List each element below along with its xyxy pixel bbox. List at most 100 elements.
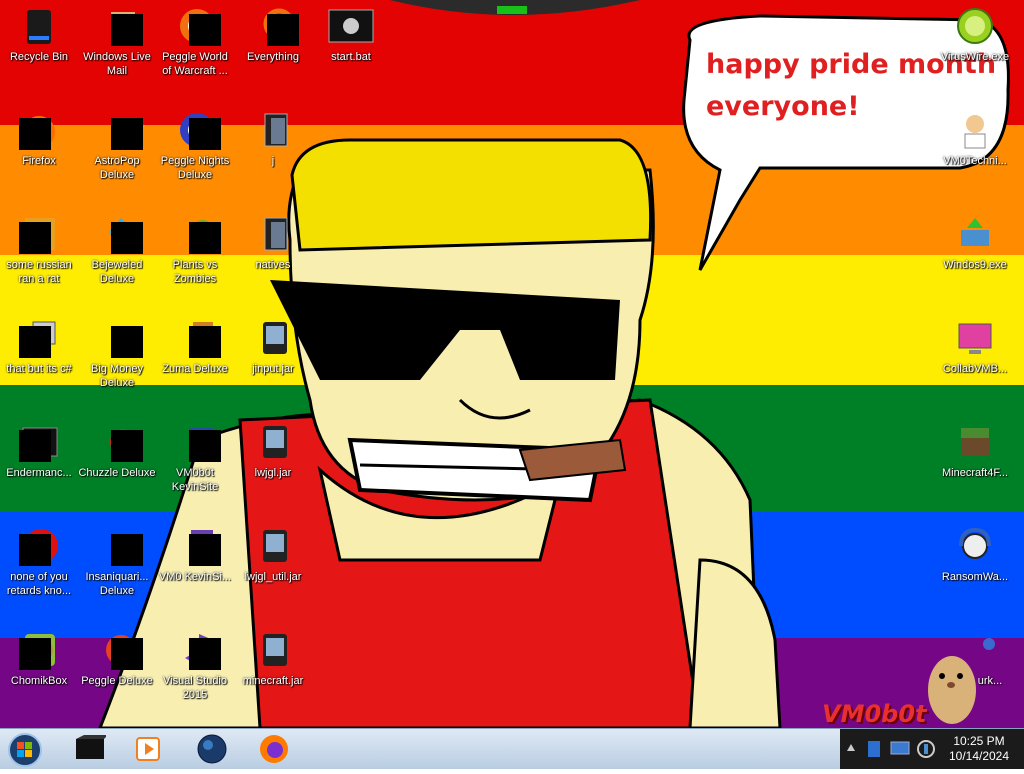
monitor-icon[interactable]	[890, 741, 910, 757]
desktop-icon-jinput-jar[interactable]: jinput.jar	[234, 318, 312, 376]
icon-label: CollabVMB...	[942, 363, 1008, 375]
start-button[interactable]	[4, 731, 46, 769]
taskbar: 10:25 PM 10/14/2024	[0, 728, 1024, 769]
desktop-icon-firefox[interactable]: Firefox	[0, 110, 78, 168]
desktop-icon-peggle-nights-deluxe[interactable]: Peggle Nights Deluxe	[156, 110, 234, 182]
icon-label: lwjgl.jar	[254, 467, 292, 479]
jar-file-icon	[253, 422, 293, 462]
desktop-icon-vm0-kevinsi[interactable]: VM0 KevinSi...	[156, 526, 234, 584]
desktop-icon-urk[interactable]: urk...	[936, 630, 1014, 688]
taskbar-clock[interactable]: 10:25 PM 10/14/2024	[944, 734, 1014, 764]
icon-label: some russian ran a rat	[6, 259, 72, 285]
desktop-icon-viruswire[interactable]: VirusWire.exe	[936, 6, 1014, 64]
everything-search-icon	[253, 6, 299, 46]
icon-label: VirusWire.exe	[940, 51, 1010, 63]
desktop-icon-minecraft4f[interactable]: Minecraft4F...	[936, 422, 1014, 480]
icon-label: minecraft.jar	[242, 675, 304, 687]
desktop-icon-plants-vs-zombies[interactable]: Plants vs Zombies	[156, 214, 234, 286]
red-swirl-icon	[19, 526, 59, 566]
icon-label: Windows Live Mail	[83, 51, 151, 77]
desktop-icon-vm0technician[interactable]: VM0Techni...	[936, 110, 1014, 168]
desktop-icon-some-russian-ran-a-rat[interactable]: e some russian ran a rat	[0, 214, 78, 286]
desktop: happy pride month everyone! VM0b0t Recyc…	[0, 0, 1024, 728]
desktop-icon-j[interactable]: j	[234, 110, 312, 168]
icon-label: VM0 KevinSi...	[158, 571, 232, 583]
icon-label: RansomWa...	[941, 571, 1009, 583]
icon-label: Insaniquari... Deluxe	[85, 571, 149, 597]
icon-label: none of you retards kno...	[6, 571, 72, 597]
desktop-icon-collabvmb[interactable]: CollabVMB...	[936, 318, 1014, 376]
desktop-icon-chuzzle-deluxe[interactable]: Chuzzle Deluxe	[78, 422, 156, 480]
desktop-icon-astropop-deluxe[interactable]: AstroPop Deluxe	[78, 110, 156, 182]
desktop-icon-big-money-deluxe[interactable]: Big Money Deluxe	[78, 318, 156, 390]
desktop-icon-endermanch[interactable]: Endermanc...	[0, 422, 78, 480]
recycle-bin-icon	[19, 6, 59, 46]
desktop-icon-lwjgl-util-jar[interactable]: lwjgl_util.jar	[234, 526, 312, 584]
taskbar-pinned-media-player[interactable]	[122, 731, 174, 767]
globe-icon	[197, 734, 227, 764]
jar-file-icon	[253, 630, 293, 670]
clock-date: 10/14/2024	[948, 749, 1010, 763]
desktop-icon-peggle-deluxe[interactable]: Peggle Deluxe	[78, 630, 156, 688]
taskbar-pinned-firefox[interactable]	[248, 731, 300, 767]
icon-label: lwjgl_util.jar	[244, 571, 302, 583]
icon-label: j	[271, 155, 275, 167]
gem-icon	[97, 214, 143, 254]
media-player-icon	[136, 737, 160, 761]
desktop-icon-visual-studio-2015[interactable]: Visual Studio 2015	[156, 630, 234, 702]
chomikbox-icon	[19, 630, 59, 670]
icon-label: that but its c#	[6, 363, 72, 375]
mail-icon	[97, 6, 143, 46]
terminal-icon	[76, 735, 106, 759]
money-bag-icon	[97, 318, 143, 358]
peggle-wow-icon	[175, 6, 221, 46]
icon-label: Firefox	[22, 155, 56, 167]
desktop-icon-vm0b0t-kevinsite[interactable]: VM0b0t KevinSite	[156, 422, 234, 494]
desktop-icon-that-but-its-csharp[interactable]: that but its c#	[0, 318, 78, 376]
volume-icon[interactable]	[916, 739, 936, 759]
windows-orb-icon	[8, 733, 42, 767]
batch-file-icon	[327, 6, 375, 46]
chuzzle-icon	[97, 422, 143, 462]
desktop-icon-insaniquarium-deluxe[interactable]: Insaniquari... Deluxe	[78, 526, 156, 598]
firefox-icon	[19, 110, 59, 150]
terminal-window-icon	[19, 422, 59, 462]
folder-icon	[253, 214, 293, 254]
desktop-icon-everything[interactable]: Everything	[234, 6, 312, 64]
desktop-icon-zuma-deluxe[interactable]: Zuma Deluxe	[156, 318, 234, 376]
app-icon	[955, 630, 995, 670]
icon-label: ChomikBox	[10, 675, 68, 687]
icon-label: Endermanc...	[6, 467, 72, 479]
desktop-icon-peggle-world-of-warcraft[interactable]: Peggle World of Warcraft ...	[156, 6, 234, 78]
taskbar-pinned-terminal[interactable]	[64, 731, 116, 767]
icon-label: start.bat	[331, 51, 371, 63]
icon-label: urk...	[977, 675, 1003, 687]
desktop-icon-lwjgl-jar[interactable]: lwjgl.jar	[234, 422, 312, 480]
icon-label: Plants vs Zombies	[172, 259, 218, 285]
folder-icon	[253, 110, 293, 150]
system-tray: 10:25 PM 10/14/2024	[840, 729, 1024, 769]
desktop-icon-ransomware[interactable]: RansomWa...	[936, 526, 1014, 584]
monitor-app-icon	[955, 318, 995, 358]
network-icon[interactable]	[866, 739, 884, 759]
desktop-icon-natives[interactable]: natives	[234, 214, 312, 272]
desktop-icon-bejeweled-deluxe[interactable]: Bejeweled Deluxe	[78, 214, 156, 286]
desktop-icon-windos9[interactable]: Windos9.exe	[936, 214, 1014, 272]
chevron-up-icon[interactable]	[846, 743, 856, 753]
desktop-icon-windows-live-mail[interactable]: Windows Live Mail	[78, 6, 156, 78]
icon-label: Zuma Deluxe	[162, 363, 228, 375]
icon-label: VM0Techni...	[943, 155, 1007, 167]
icon-label: Windos9.exe	[943, 259, 1007, 271]
icon-label: Visual Studio 2015	[162, 675, 227, 701]
desktop-icon-start-bat[interactable]: start.bat	[312, 6, 390, 64]
icon-label: Everything	[247, 51, 299, 63]
technician-icon	[955, 110, 995, 150]
desktop-icon-recycle-bin[interactable]: Recycle Bin	[0, 6, 78, 64]
desktop-icon-minecraft-jar[interactable]: minecraft.jar	[234, 630, 312, 688]
taskbar-pinned-globe[interactable]	[186, 731, 238, 767]
icon-label: jinput.jar	[252, 363, 294, 375]
desktop-icon-none-of-you[interactable]: none of you retards kno...	[0, 526, 78, 598]
desktop-icon-chomikbox[interactable]: ChomikBox	[0, 630, 78, 688]
document-icon	[175, 526, 221, 566]
jar-file-icon	[253, 318, 293, 358]
